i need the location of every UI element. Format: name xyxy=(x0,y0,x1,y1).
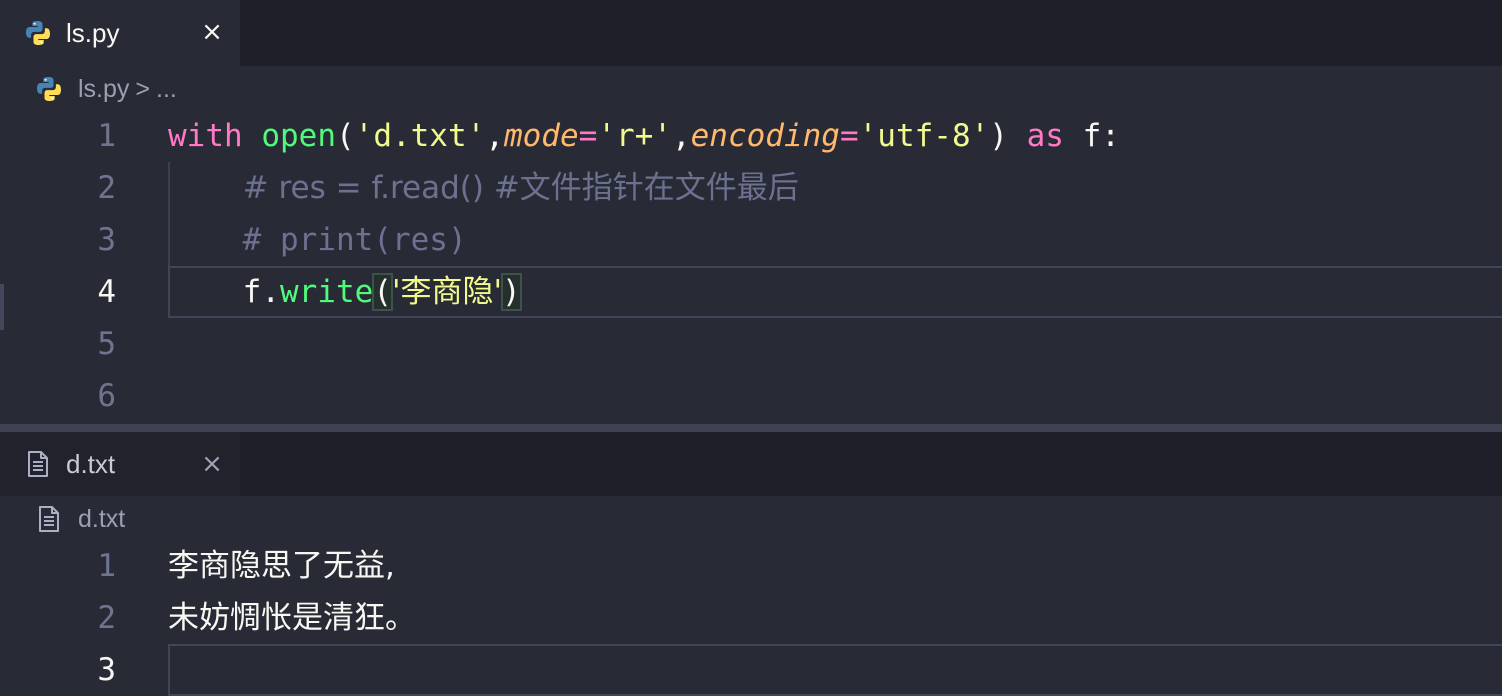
line-text[interactable]: # print(res) xyxy=(168,214,467,266)
text-area[interactable]: 1 李商隐思了无益, 2 未妨惆怅是清狂。 3 xyxy=(0,540,1502,696)
line-number: 2 xyxy=(97,600,116,636)
breadcrumb-file[interactable]: d.txt xyxy=(78,505,125,534)
bracket-match: ) xyxy=(501,273,522,311)
line-number: 6 xyxy=(97,378,116,414)
python-icon xyxy=(24,19,52,47)
close-tab-button[interactable]: × xyxy=(198,14,226,50)
code-line: 2 # res = f.read() #文件指针在文件最后 xyxy=(0,162,1502,214)
code-line: 1 with open('d.txt',mode='r+',encoding='… xyxy=(0,110,1502,162)
code-line-active: 4 f.write('李商隐') xyxy=(0,266,1502,318)
text-line-active: 3 xyxy=(0,644,1502,696)
code-area[interactable]: 1 with open('d.txt',mode='r+',encoding='… xyxy=(0,110,1502,422)
file-text-icon xyxy=(34,504,64,534)
file-text-icon xyxy=(24,450,52,478)
bottom-tab-bar: d.txt × xyxy=(0,432,1502,496)
tab-d-txt[interactable]: d.txt × xyxy=(0,432,240,496)
breadcrumb: ls.py > ... xyxy=(34,66,177,112)
line-number: 3 xyxy=(97,652,116,688)
text-line: 2 未妨惆怅是清狂。 xyxy=(0,592,1502,644)
line-text[interactable]: # res = f.read() #文件指针在文件最后 xyxy=(168,162,799,214)
python-icon xyxy=(34,74,64,104)
code-line: 3 # print(res) xyxy=(0,214,1502,266)
line-text[interactable]: 李商隐思了无益, xyxy=(168,540,395,592)
bracket-match: ( xyxy=(372,273,393,311)
top-tab-bar: ls.py × xyxy=(0,0,1502,66)
current-line-highlight xyxy=(168,644,1502,696)
line-text[interactable]: 未妨惆怅是清狂。 xyxy=(168,592,416,644)
breadcrumb: d.txt xyxy=(34,496,125,542)
breadcrumb-file[interactable]: ls.py xyxy=(78,75,129,104)
line-text[interactable]: f.write('李商隐') xyxy=(168,266,522,318)
tab-label: ls.py xyxy=(66,17,120,48)
line-number: 5 xyxy=(97,326,116,362)
bottom-editor-pane: d.txt × d.txt 1 李商隐思了无益, 2 未妨惆怅是清狂。 3 xyxy=(0,432,1502,696)
close-tab-button[interactable]: × xyxy=(198,446,226,482)
line-text[interactable]: with open('d.txt',mode='r+',encoding='ut… xyxy=(168,110,1120,162)
code-line: 5 xyxy=(0,318,1502,370)
line-number: 2 xyxy=(97,170,116,206)
code-line: 6 xyxy=(0,370,1502,422)
line-number: 1 xyxy=(97,118,116,154)
text-line: 1 李商隐思了无益, xyxy=(0,540,1502,592)
line-number: 1 xyxy=(97,548,116,584)
line-number: 3 xyxy=(97,222,116,258)
chevron-right-icon: > xyxy=(135,74,151,103)
line-number: 4 xyxy=(97,274,116,310)
top-editor-pane: ls.py × ls.py > ... 1 with open('d.txt',… xyxy=(0,0,1502,424)
editor-splitter[interactable] xyxy=(0,424,1502,432)
tab-ls-py[interactable]: ls.py × xyxy=(0,0,240,66)
tab-label: d.txt xyxy=(66,448,116,479)
breadcrumb-symbols[interactable]: ... xyxy=(156,75,177,104)
